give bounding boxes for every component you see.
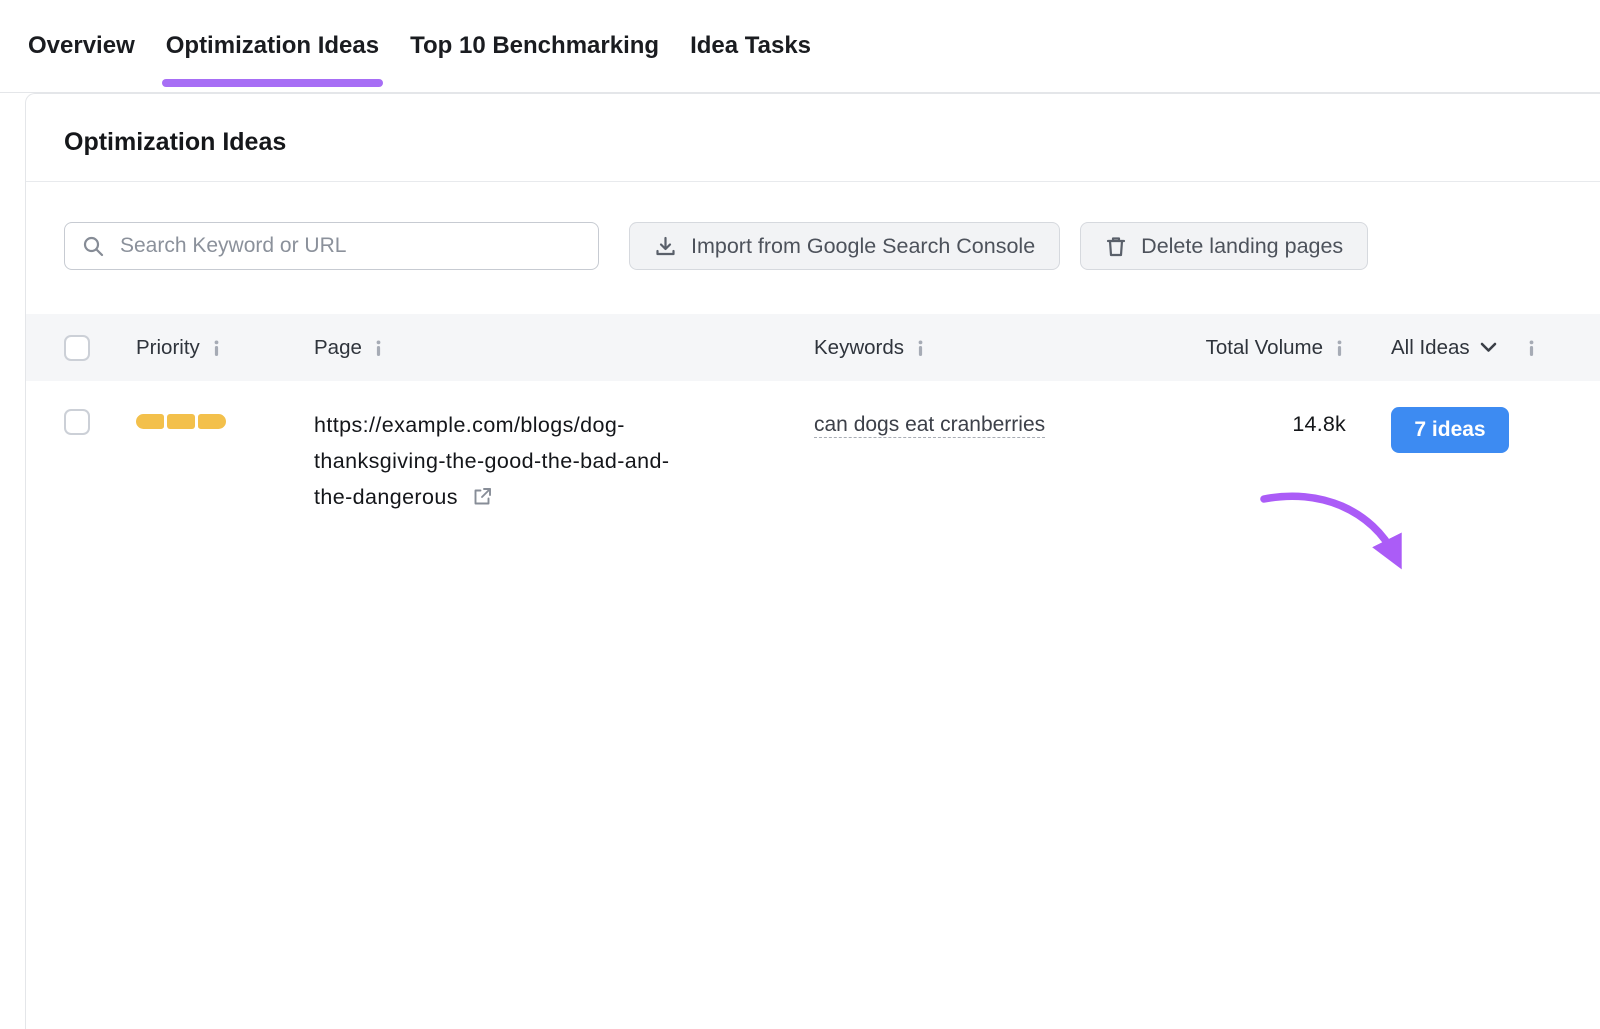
total-volume-value: 14.8k: [1154, 407, 1346, 437]
tab-optimization-ideas[interactable]: Optimization Ideas: [166, 0, 379, 92]
chevron-down-icon[interactable]: [1480, 342, 1497, 353]
search-icon: [81, 234, 105, 258]
active-tab-underline: [162, 79, 383, 87]
tab-label: Idea Tasks: [690, 32, 811, 60]
delete-landing-pages-label: Delete landing pages: [1141, 234, 1343, 259]
tab-overview[interactable]: Overview: [28, 0, 135, 92]
info-icon[interactable]: [1525, 340, 1538, 356]
import-gsc-button[interactable]: Import from Google Search Console: [629, 222, 1060, 270]
page: Overview Optimization Ideas Top 10 Bench…: [0, 0, 1600, 1029]
table-row: https://example.com/blogs/dog-thanksgivi…: [26, 381, 1600, 1029]
panel-title: Optimization Ideas: [26, 94, 1600, 181]
table-header: Priority Page Keywords Total Volume All …: [26, 314, 1600, 381]
trash-icon: [1105, 235, 1127, 258]
info-icon[interactable]: [914, 340, 927, 356]
tab-label: Optimization Ideas: [166, 32, 379, 60]
select-all-checkbox[interactable]: [64, 335, 90, 361]
keywords-column-header: Keywords: [814, 336, 904, 360]
keyword-link[interactable]: can dogs eat cranberries: [814, 413, 1045, 436]
delete-landing-pages-button[interactable]: Delete landing pages: [1080, 222, 1368, 270]
info-icon[interactable]: [1333, 340, 1346, 356]
info-icon[interactable]: [372, 340, 385, 356]
toolbar: Import from Google Search Console Delete…: [26, 182, 1600, 314]
total-volume-column-header: Total Volume: [1206, 336, 1323, 360]
search-input[interactable]: [118, 233, 582, 259]
row-checkbox[interactable]: [64, 409, 90, 435]
external-link-icon[interactable]: [472, 486, 493, 512]
ideas-button[interactable]: 7 ideas: [1391, 407, 1509, 453]
priority-indicator: [136, 407, 226, 429]
tab-bar: Overview Optimization Ideas Top 10 Bench…: [0, 0, 1600, 93]
search-box: [64, 222, 599, 270]
tab-label: Top 10 Benchmarking: [410, 32, 659, 60]
tab-top-10-benchmarking[interactable]: Top 10 Benchmarking: [410, 0, 659, 92]
priority-column-header: Priority: [136, 336, 200, 360]
ideas-filter-dropdown[interactable]: All Ideas: [1391, 336, 1470, 360]
info-icon[interactable]: [210, 340, 223, 356]
optimization-ideas-panel: Optimization Ideas Import from Google Se…: [25, 93, 1600, 1029]
page-column-header: Page: [314, 336, 362, 360]
import-gsc-label: Import from Google Search Console: [691, 234, 1035, 259]
tab-idea-tasks[interactable]: Idea Tasks: [690, 0, 811, 92]
tab-label: Overview: [28, 32, 135, 60]
download-icon: [654, 235, 677, 258]
